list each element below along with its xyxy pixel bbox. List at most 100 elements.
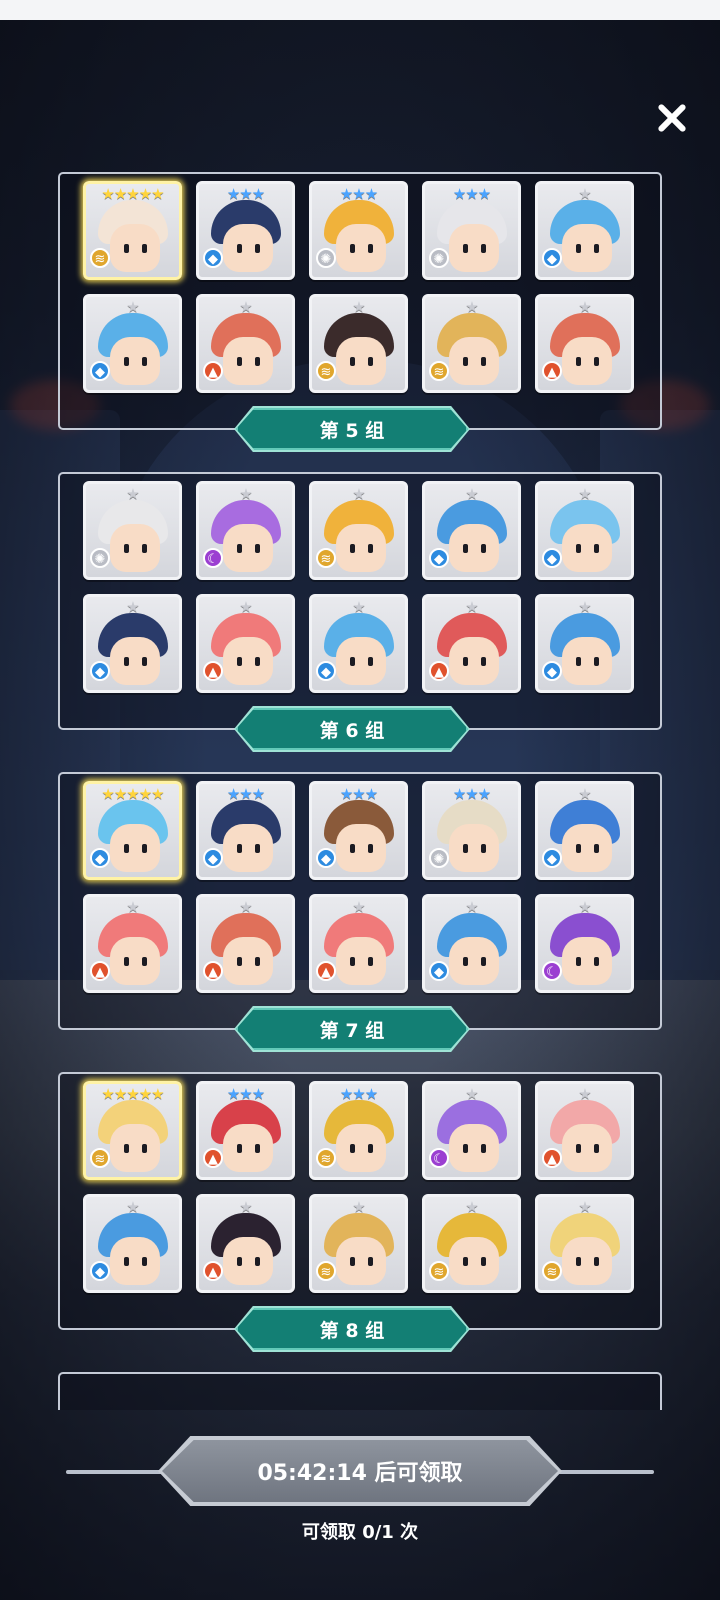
claim-button[interactable]: 05:42:14 后可领取 [162,1440,558,1502]
star-rating-icon: ★★★ [226,1085,265,1103]
hero-card[interactable]: ★★★ ◆ [309,781,408,880]
claim-button-label: 05:42:14 后可领取 [257,1461,463,1486]
fire-element-icon: ▲ [203,961,223,981]
hero-eye-right [142,357,147,366]
hero-card[interactable]: ★ ◆ [422,894,521,993]
dark-element-icon: ☾ [429,1148,449,1168]
hero-card[interactable]: ★★★ ✺ [422,781,521,880]
reward-groups-list[interactable]: ★★★★★ ≋ ★★★ ◆ ★★★ ✺ ★★★ ✺ ★ ◆ ★ ◆ ★ ▲ ★ ≋ ★ ≋ ★ ▲ 第 5 组 ★ ✺ ★ ☾ ★… [0,160,720,1410]
hero-card[interactable]: ★ ☾ [535,894,634,993]
hero-card[interactable]: ★ ☾ [422,1081,521,1180]
hero-eye-left [237,544,242,553]
star-rating-icon: ★★★ [339,785,378,803]
hero-card[interactable]: ★ ≋ [309,294,408,393]
water-element-icon: ◆ [542,248,562,268]
hero-card[interactable]: ★ ▲ [196,594,295,693]
hero-card[interactable]: ★ ▲ [535,1081,634,1180]
wind-element-icon: ≋ [429,361,449,381]
hero-card[interactable]: ★ ▲ [196,294,295,393]
hero-card-grid [83,1381,636,1410]
hero-card[interactable]: ★★★ ✺ [422,181,521,280]
star-rating-icon: ★ [126,598,139,616]
dark-element-icon: ☾ [542,961,562,981]
hero-card[interactable]: ★★★★★ ◆ [83,781,182,880]
claim-count-text: 可领取 0/1 次 [301,1522,419,1543]
hero-card[interactable]: ★★★★★ ≋ [83,181,182,280]
hero-card[interactable]: ★ ≋ [309,481,408,580]
hero-portrait-face [449,637,499,685]
hero-card[interactable]: ★ ≋ [422,294,521,393]
hero-card[interactable]: ★ ▲ [196,894,295,993]
fire-element-icon: ▲ [316,961,336,981]
hero-card[interactable]: ★ ▲ [422,594,521,693]
hero-eye-left [576,544,581,553]
water-element-icon: ◆ [203,848,223,868]
group-label: 第 7 组 [319,1019,385,1042]
hero-card[interactable]: ★ ◆ [83,1194,182,1293]
hero-eye-left [124,1144,129,1153]
hero-portrait-face [110,637,160,685]
hero-eye-left [576,244,581,253]
hero-card[interactable]: ★★★ ▲ [196,1081,295,1180]
hero-eye-right [481,957,486,966]
star-rating-icon: ★ [465,298,478,316]
hero-card[interactable]: ★ ▲ [196,1194,295,1293]
star-rating-icon: ★★★ [339,185,378,203]
hero-eye-left [576,1144,581,1153]
hero-card[interactable]: ★ ◆ [535,594,634,693]
hero-card[interactable]: ★ ◆ [535,181,634,280]
hero-portrait-face [110,937,160,985]
hero-card[interactable]: ★ ◆ [83,294,182,393]
hero-card[interactable]: ★★★ ≋ [309,1081,408,1180]
hero-card[interactable]: ★★★★★ ≋ [83,1081,182,1180]
hero-card[interactable]: ★ ▲ [309,894,408,993]
star-rating-icon: ★ [239,485,252,503]
hero-portrait-face [562,824,612,872]
star-rating-icon: ★ [352,1198,365,1216]
hero-card[interactable]: ★ ◆ [309,594,408,693]
hero-portrait-face [449,937,499,985]
fire-element-icon: ▲ [90,961,110,981]
hero-eye-right [142,1144,147,1153]
fire-element-icon: ▲ [203,661,223,681]
hero-card[interactable]: ★ ≋ [422,1194,521,1293]
hero-card[interactable]: ★ ✺ [83,481,182,580]
hero-eye-left [350,544,355,553]
close-icon[interactable] [650,96,694,140]
fire-element-icon: ▲ [203,1148,223,1168]
hero-eye-right [481,544,486,553]
star-rating-icon: ★★★ [226,785,265,803]
hero-card[interactable]: ★ ≋ [535,1194,634,1293]
hero-card[interactable]: ★ ◆ [535,481,634,580]
star-rating-icon: ★ [465,898,478,916]
hero-eye-left [350,844,355,853]
claim-line-left [66,1470,166,1474]
water-element-icon: ◆ [203,248,223,268]
hero-card[interactable]: ★ ☾ [196,481,295,580]
hero-card-grid: ★★★★★ ◆ ★★★ ◆ ★★★ ◆ ★★★ ✺ ★ ◆ ★ ▲ ★ ▲ ★ ▲ ★ ◆ ★ ☾ [83,781,636,993]
hero-portrait-face [336,224,386,272]
fire-element-icon: ▲ [542,1148,562,1168]
hero-card[interactable]: ★ ▲ [535,294,634,393]
star-rating-icon: ★ [352,298,365,316]
group-label: 第 8 组 [319,1319,385,1342]
claim-line-right [554,1470,654,1474]
hero-card[interactable]: ★ ◆ [535,781,634,880]
hero-card[interactable]: ★ ◆ [83,594,182,693]
hero-eye-left [124,244,129,253]
hero-eye-right [594,844,599,853]
hero-eye-left [124,844,129,853]
hero-card[interactable]: ★★★ ◆ [196,781,295,880]
hero-card[interactable]: ★★★ ✺ [309,181,408,280]
hero-card[interactable]: ★ ◆ [422,481,521,580]
hero-card[interactable]: ★ ≋ [309,1194,408,1293]
hero-card[interactable]: ★ ▲ [83,894,182,993]
hero-eye-right [594,544,599,553]
hero-card[interactable]: ★★★ ◆ [196,181,295,280]
hero-eye-right [142,244,147,253]
star-rating-icon: ★ [352,898,365,916]
water-element-icon: ◆ [90,848,110,868]
hero-eye-left [463,244,468,253]
hero-eye-left [350,1144,355,1153]
hero-card-grid: ★ ✺ ★ ☾ ★ ≋ ★ ◆ ★ ◆ ★ ◆ ★ ▲ ★ ◆ ★ ▲ ★ ◆ [83,481,636,693]
